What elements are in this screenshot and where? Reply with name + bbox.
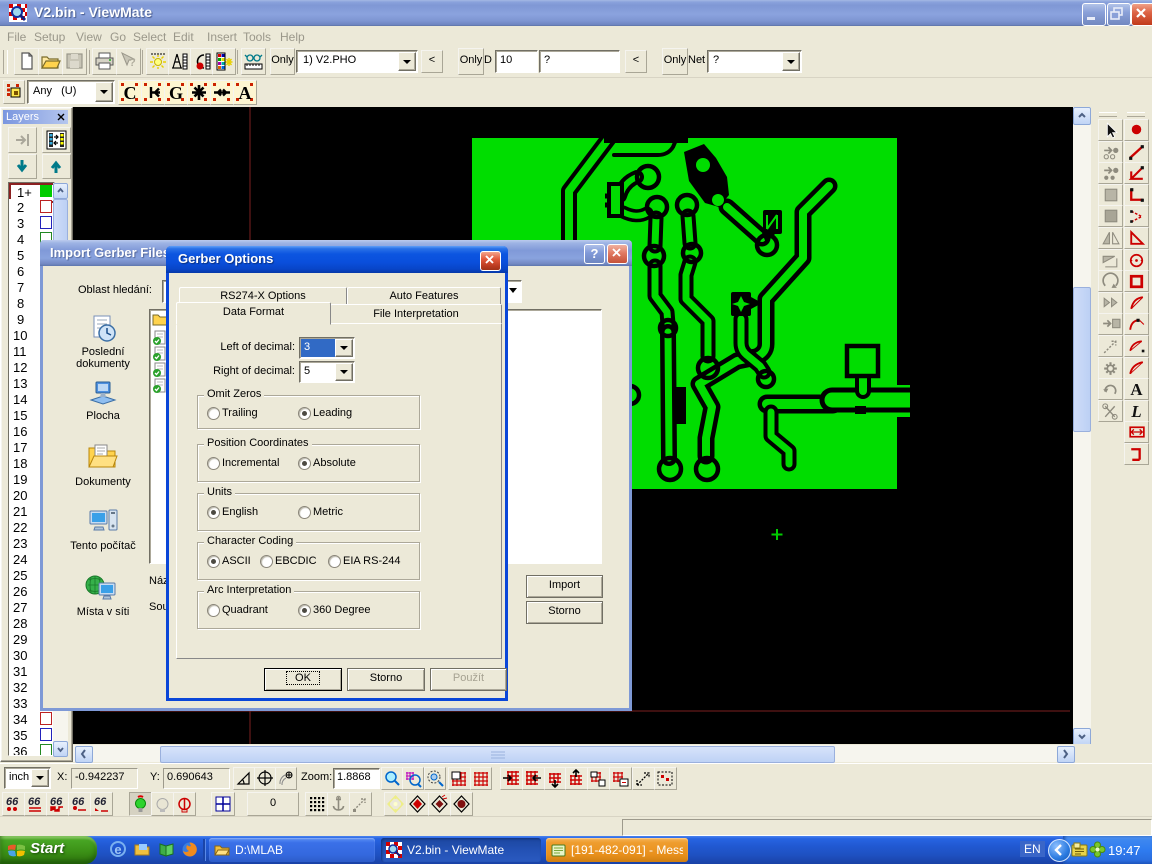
svg-text:G: G	[169, 83, 183, 103]
svg-text:?: ?	[129, 57, 136, 69]
svg-text:A: A	[239, 83, 252, 103]
svg-text:66: 66	[94, 796, 107, 808]
svg-text:66: 66	[6, 796, 19, 808]
svg-text:e: e	[114, 842, 121, 857]
svg-text:66: 66	[50, 796, 63, 808]
svg-text:66: 66	[72, 796, 85, 808]
svg-text:L: L	[1130, 402, 1141, 421]
svg-text:A: A	[1130, 380, 1143, 399]
svg-text:C: C	[124, 83, 137, 103]
svg-text:66: 66	[28, 796, 41, 808]
